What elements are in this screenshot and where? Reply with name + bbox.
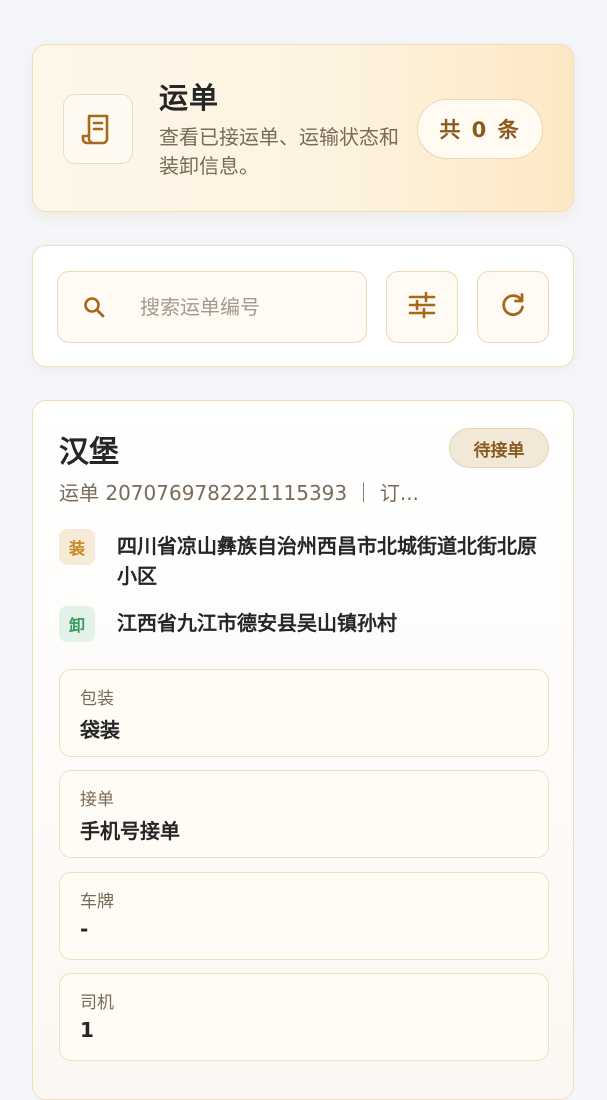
- load-address-row: 装 四川省凉山彝族自治州西昌市北城街道北街北原小区: [59, 529, 549, 591]
- field-label: 车牌: [80, 892, 114, 912]
- field-value: 手机号接单: [80, 819, 180, 843]
- unload-address-row: 卸 江西省九江市德安县吴山镇孙村: [59, 606, 549, 642]
- field-label: 接单: [80, 790, 114, 810]
- field-value: -: [80, 917, 89, 941]
- field-accept-method: 接单 手机号接单: [59, 770, 549, 858]
- order-number: 运单 2070769782221115393 ｜ 订...: [59, 481, 419, 505]
- unload-tag: 卸: [59, 606, 95, 642]
- search-icon: [82, 295, 106, 319]
- page-description: 查看已接运单、运输状态和装卸信息。: [159, 125, 399, 178]
- status-badge: 待接单: [449, 428, 549, 468]
- search-bar-card: [32, 245, 574, 367]
- field-value: 袋装: [80, 718, 120, 742]
- sliders-icon: [407, 290, 437, 324]
- load-address: 四川省凉山彝族自治州西昌市北城街道北街北原小区: [117, 534, 537, 588]
- order-card[interactable]: 汉堡 待接单 运单 2070769782221115393 ｜ 订... 装 四…: [32, 400, 574, 1100]
- load-tag: 装: [59, 529, 95, 565]
- field-packaging: 包装 袋装: [59, 669, 549, 757]
- waybill-page: 运单 查看已接运单、运输状态和装卸信息。 共 0 条 搜索运单编号 汉堡 待接单…: [0, 0, 607, 1100]
- field-value: 1: [80, 1018, 94, 1042]
- page-title: 运单: [159, 81, 220, 115]
- field-label: 司机: [80, 993, 114, 1013]
- refresh-button[interactable]: [477, 271, 549, 343]
- field-label: 包装: [80, 689, 114, 709]
- header-card: 运单 查看已接运单、运输状态和装卸信息。 共 0 条: [32, 44, 574, 212]
- receipt-icon: [63, 94, 133, 164]
- search-input[interactable]: [138, 294, 352, 320]
- count-badge: 共 0 条: [417, 99, 543, 159]
- refresh-icon: [499, 291, 527, 323]
- field-plate: 车牌 -: [59, 872, 549, 960]
- filter-button[interactable]: [386, 271, 458, 343]
- field-driver: 司机 1: [59, 973, 549, 1061]
- order-title: 汉堡: [59, 435, 119, 470]
- unload-address: 江西省九江市德安县吴山镇孙村: [117, 611, 397, 635]
- search-box[interactable]: [57, 271, 367, 343]
